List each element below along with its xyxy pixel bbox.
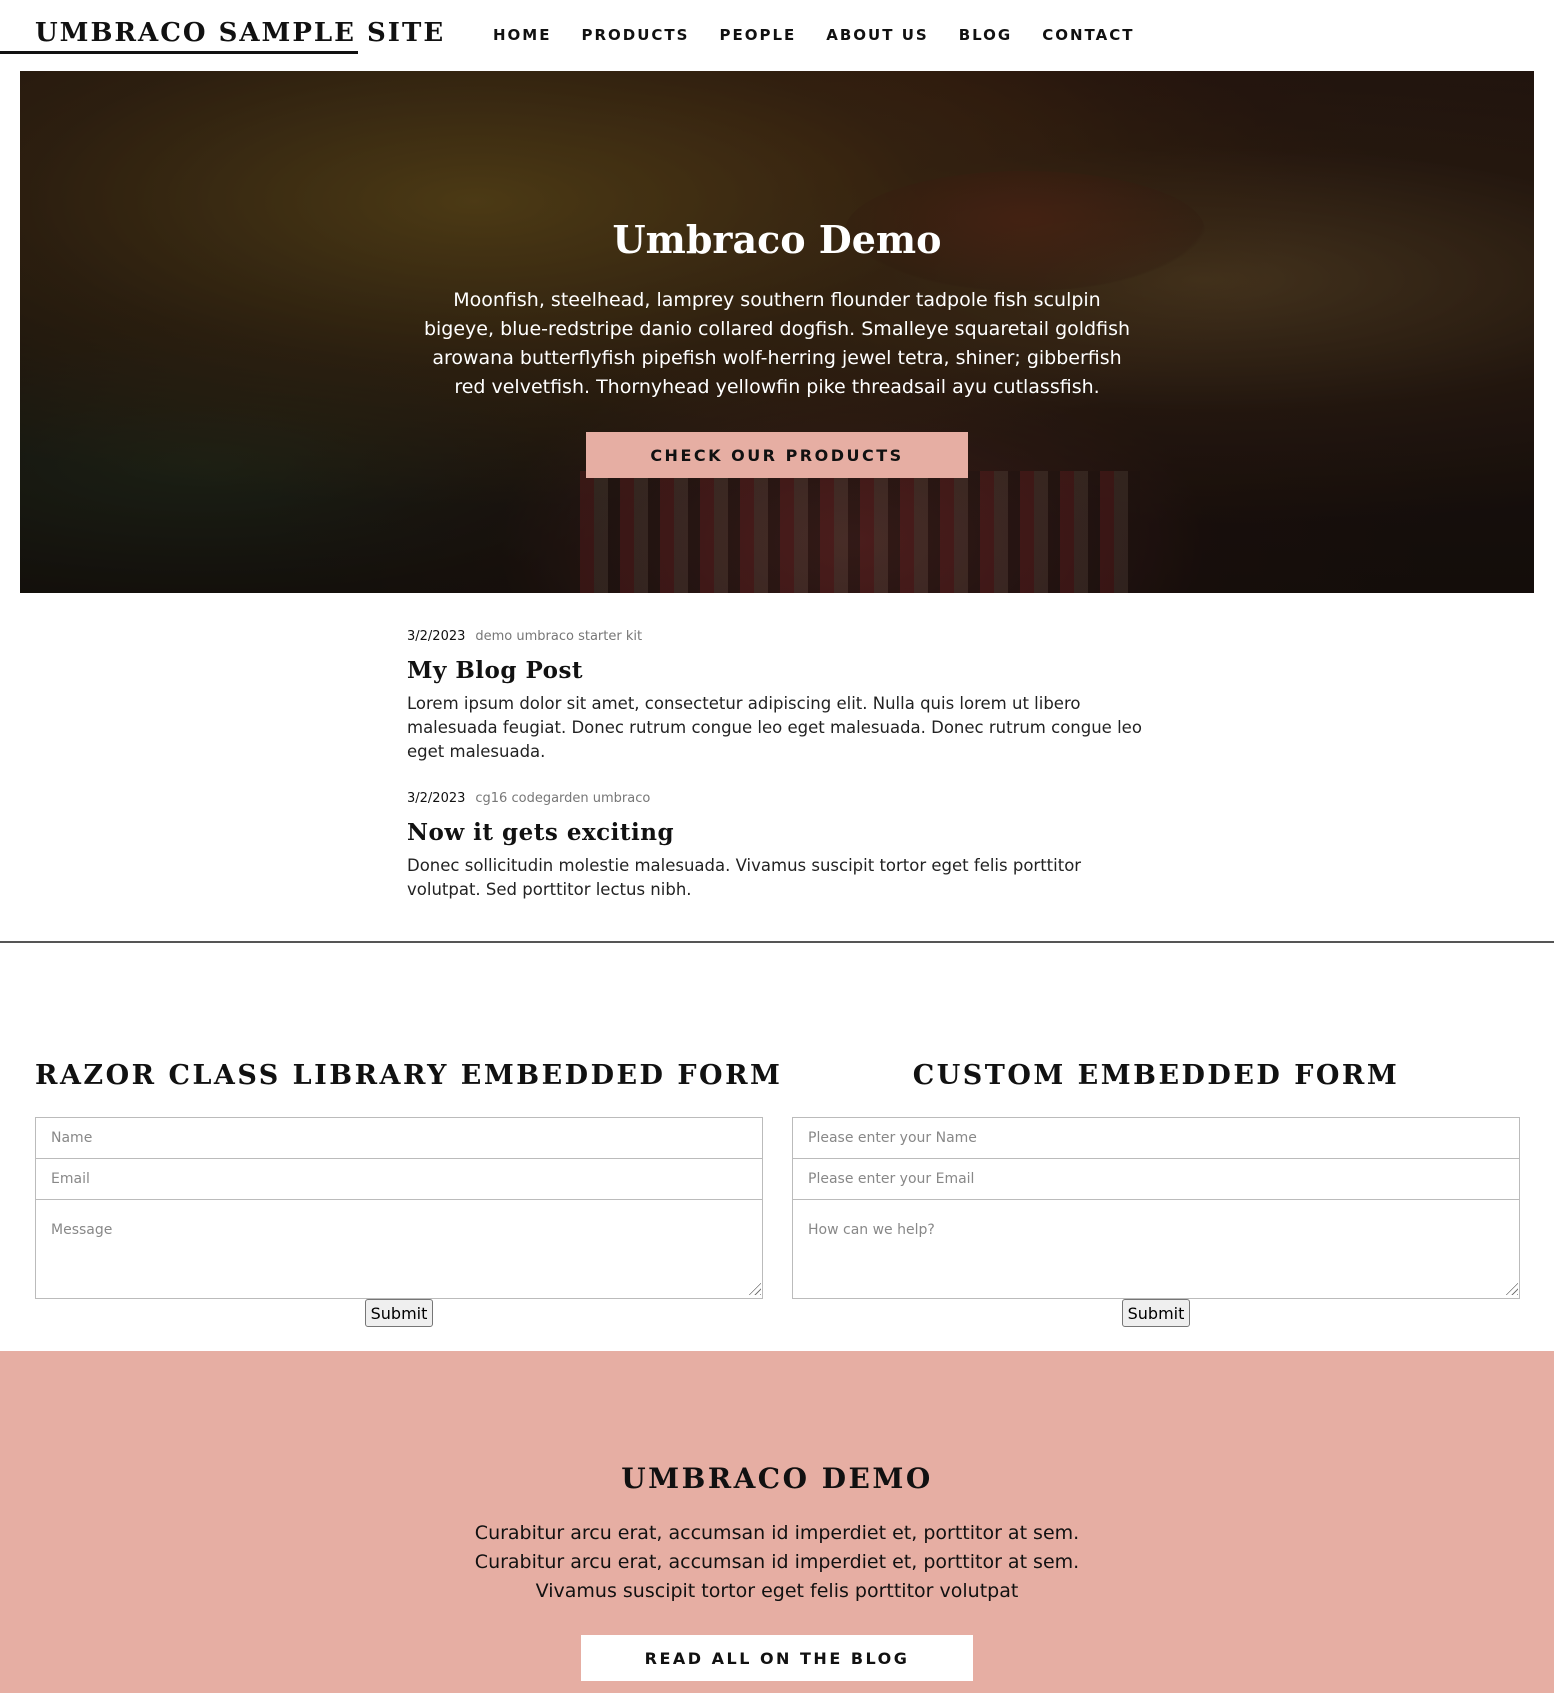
main-nav: HOME PRODUCTS PEOPLE ABOUT US BLOG CONTA…	[493, 26, 1164, 44]
nav-products[interactable]: PRODUCTS	[581, 26, 689, 44]
hero-title: Umbraco Demo	[612, 217, 942, 262]
custom-embedded-form: CUSTOM EMBEDDED FORM Submit	[792, 1060, 1520, 1327]
nav-contact[interactable]: CONTACT	[1042, 26, 1134, 44]
nav-people[interactable]: PEOPLE	[719, 26, 796, 44]
name-field[interactable]	[792, 1117, 1520, 1159]
name-field[interactable]	[35, 1117, 763, 1159]
email-field[interactable]	[35, 1158, 763, 1200]
blog-post-list: 3/2/2023 demo umbraco starter kit My Blo…	[407, 626, 1147, 926]
post-excerpt: Lorem ipsum dolor sit amet, consectetur …	[407, 694, 1142, 761]
form-fields	[35, 1117, 763, 1299]
check-products-button[interactable]: CHECK OUR PRODUCTS	[586, 432, 968, 478]
blog-post: 3/2/2023 cg16 codegarden umbraco Now it …	[407, 788, 1147, 902]
post-meta: 3/2/2023 demo umbraco starter kit	[407, 626, 1147, 646]
blog-post: 3/2/2023 demo umbraco starter kit My Blo…	[407, 626, 1147, 764]
post-date: 3/2/2023	[407, 628, 466, 644]
blog-cta-band: UMBRACO DEMO Curabitur arcu erat, accums…	[0, 1351, 1554, 1693]
post-meta: 3/2/2023 cg16 codegarden umbraco	[407, 788, 1147, 808]
message-wrapper	[792, 1199, 1520, 1299]
logo-underline	[0, 51, 358, 54]
post-title[interactable]: My Blog Post	[407, 657, 1147, 684]
message-field[interactable]	[792, 1199, 1520, 1299]
hero-text: Moonfish, steelhead, lamprey southern fl…	[423, 289, 1131, 398]
site-logo[interactable]: UMBRACO SAMPLE SITE	[35, 18, 445, 48]
form-title: CUSTOM EMBEDDED FORM	[912, 1060, 1400, 1091]
post-title[interactable]: Now it gets exciting	[407, 819, 1147, 846]
message-wrapper	[35, 1199, 763, 1299]
post-tags: demo umbraco starter kit	[475, 628, 643, 644]
submit-row: Submit	[35, 1299, 763, 1327]
post-date: 3/2/2023	[407, 790, 466, 806]
band-title: UMBRACO DEMO	[621, 1462, 933, 1495]
nav-blog[interactable]: BLOG	[959, 26, 1013, 44]
site-header: UMBRACO SAMPLE SITE HOME PRODUCTS PEOPLE…	[0, 0, 1554, 71]
submit-button[interactable]: Submit	[364, 1299, 434, 1327]
post-excerpt: Donec sollicitudin molestie malesuada. V…	[407, 856, 1082, 899]
submit-row: Submit	[792, 1299, 1520, 1327]
message-field[interactable]	[35, 1199, 763, 1299]
razor-class-library-form: RAZOR CLASS LIBRARY EMBEDDED FORM Submit	[35, 1060, 783, 1327]
hero-banner: Umbraco Demo Moonfish, steelhead, lampre…	[20, 71, 1534, 593]
nav-about-us[interactable]: ABOUT US	[826, 26, 928, 44]
section-divider	[0, 941, 1554, 943]
post-tags: cg16 codegarden umbraco	[475, 790, 651, 806]
band-text: Curabitur arcu erat, accumsan id imperdi…	[474, 1522, 1080, 1602]
form-title: RAZOR CLASS LIBRARY EMBEDDED FORM	[35, 1060, 783, 1091]
email-field[interactable]	[792, 1158, 1520, 1200]
read-blog-button[interactable]: READ ALL ON THE BLOG	[581, 1635, 973, 1681]
form-fields	[792, 1117, 1520, 1299]
submit-button[interactable]: Submit	[1121, 1299, 1191, 1327]
nav-home[interactable]: HOME	[493, 26, 551, 44]
